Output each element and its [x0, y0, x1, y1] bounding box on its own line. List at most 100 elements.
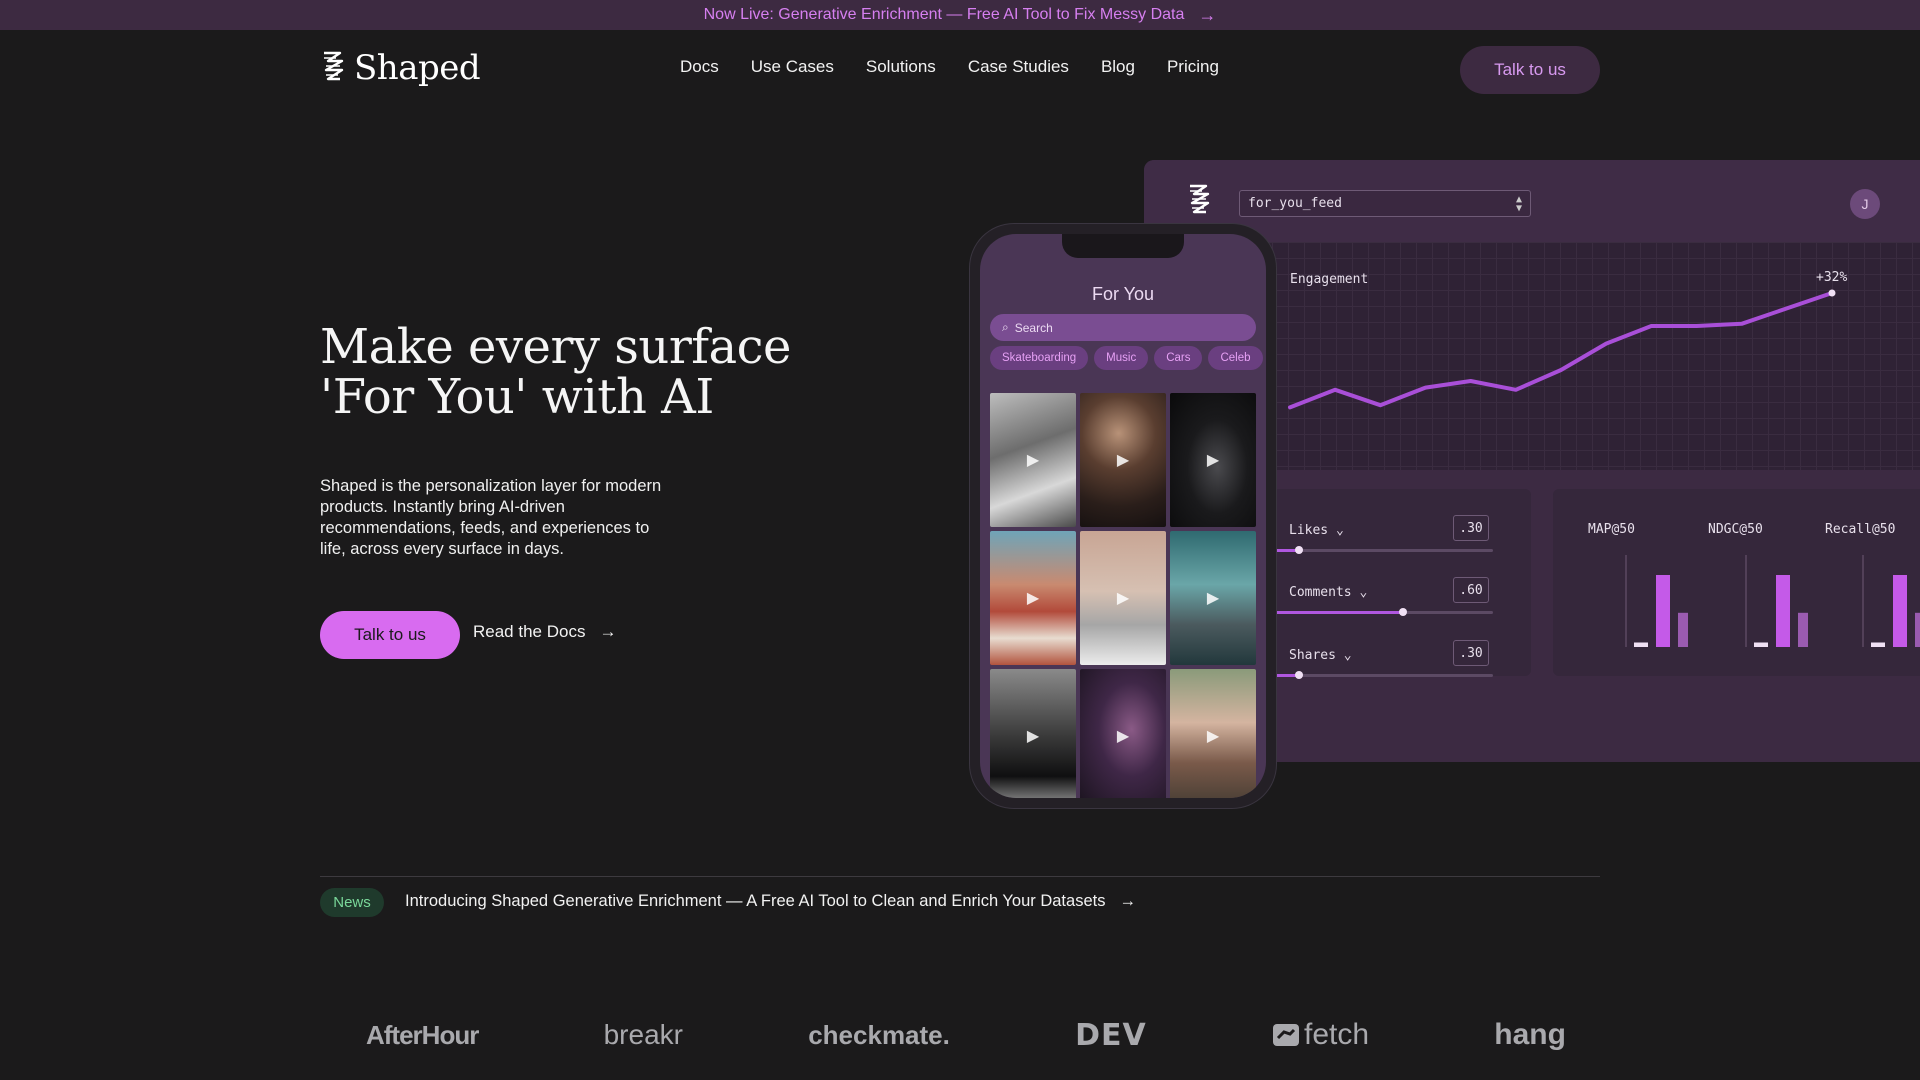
phone-search-input[interactable]: ⌕ Search	[990, 314, 1256, 341]
video-tile[interactable]: ▶	[1080, 669, 1166, 798]
play-icon: ▶	[1026, 452, 1040, 469]
phone-notch	[1062, 234, 1184, 258]
weight-likes-handle[interactable]	[1295, 546, 1303, 554]
section-divider	[320, 876, 1600, 877]
category-chips: Skateboarding Music Cars Celeb	[990, 346, 1263, 370]
weight-shares-slider[interactable]	[1273, 671, 1493, 679]
weight-comments-value[interactable]: .60	[1453, 577, 1489, 603]
talk-to-us-hero-button[interactable]: Talk to us	[320, 611, 460, 659]
logo-checkmate: checkmate.	[808, 1019, 950, 1050]
shaped-logo-icon	[1190, 184, 1210, 214]
metric-recall50-label: Recall@50	[1825, 522, 1896, 537]
metric-bar	[1798, 612, 1808, 647]
video-grid: ▶ ▶ ▶ ▶ ▶ ▶ ▶ ▶ ▶	[990, 393, 1256, 798]
metric-bar	[1893, 575, 1907, 647]
chip-celeb[interactable]: Celeb	[1208, 346, 1263, 370]
play-icon: ▶	[1026, 590, 1040, 607]
brand-name: Shaped	[354, 48, 481, 88]
dashboard-header: for_you_feed ▲ ▼ J	[1144, 160, 1920, 242]
play-icon: ▶	[1206, 452, 1220, 469]
hero-description: Shaped is the personalization layer for …	[320, 477, 662, 558]
weight-comments-label[interactable]: Comments ⌄	[1289, 585, 1367, 600]
talk-to-us-nav-button[interactable]: Talk to us	[1460, 46, 1600, 94]
play-icon: ▶	[1206, 590, 1220, 607]
metric-bar	[1871, 642, 1885, 647]
weight-shares-value[interactable]: .30	[1453, 640, 1489, 666]
video-tile[interactable]: ▶	[990, 669, 1076, 798]
shaped-logo-icon	[324, 51, 344, 81]
news-headline: Introducing Shaped Generative Enrichment…	[405, 892, 1106, 910]
video-tile[interactable]: ▶	[1170, 669, 1256, 798]
read-docs-link[interactable]: Read the Docs →	[473, 622, 616, 642]
play-icon: ▶	[1116, 590, 1130, 607]
metric-bar	[1678, 612, 1688, 647]
logo-breakr: breakr	[603, 1019, 683, 1050]
read-docs-label: Read the Docs	[473, 622, 586, 641]
weight-comments-fill	[1273, 611, 1403, 614]
top-nav: Shaped Docs Use Cases Solutions Case Stu…	[0, 30, 1920, 110]
metric-map50: MAP@50	[1588, 489, 1698, 676]
search-icon: ⌕	[1002, 320, 1009, 334]
nav-link-docs[interactable]: Docs	[680, 57, 719, 77]
feed-select-value: for_you_feed	[1248, 196, 1342, 211]
hero-title: Make every surface 'For You' with AI	[320, 319, 791, 425]
phone-screen: For You ⌕ Search Skateboarding Music Car…	[980, 234, 1266, 798]
news-link[interactable]: Introducing Shaped Generative Enrichment…	[405, 892, 1136, 911]
nav-link-blog[interactable]: Blog	[1101, 57, 1135, 77]
video-tile[interactable]: ▶	[1080, 393, 1166, 527]
logo-afterhour: AfterHour	[366, 1019, 479, 1050]
chip-music[interactable]: Music	[1094, 346, 1149, 370]
signal-weights-panel: Likes ⌄ .30 Comments ⌄ .60 Shares ⌄ .30	[1273, 489, 1531, 679]
weight-likes-label[interactable]: Likes ⌄	[1289, 523, 1344, 538]
arrow-right-icon: →	[599, 622, 617, 641]
avatar[interactable]: J	[1850, 189, 1880, 219]
weight-shares-handle[interactable]	[1295, 671, 1303, 679]
phone-mockup: For You ⌕ Search Skateboarding Music Car…	[970, 224, 1276, 808]
weight-shares-label[interactable]: Shares ⌄	[1289, 648, 1352, 663]
logo-hang: hang	[1494, 1018, 1566, 1051]
fetch-dog-icon	[1273, 1024, 1299, 1046]
news-badge: News	[320, 888, 384, 917]
nav-link-case-studies[interactable]: Case Studies	[968, 57, 1069, 77]
weight-likes-value[interactable]: .30	[1453, 515, 1489, 541]
phone-search-placeholder: Search	[1014, 320, 1053, 335]
banner-text[interactable]: Now Live: Generative Enrichment — Free A…	[704, 6, 1185, 24]
announcement-banner[interactable]: Now Live: Generative Enrichment — Free A…	[0, 0, 1920, 30]
chevron-updown-icon: ▲ ▼	[1515, 194, 1522, 214]
nav-link-solutions[interactable]: Solutions	[866, 57, 936, 77]
metric-ndgc50-chart	[1745, 555, 1808, 647]
chip-cars[interactable]: Cars	[1154, 346, 1203, 370]
brand-logo[interactable]: Shaped	[320, 48, 481, 88]
video-tile[interactable]: ▶	[990, 393, 1076, 527]
play-icon: ▶	[1206, 728, 1220, 745]
metric-bar	[1754, 642, 1768, 647]
video-tile[interactable]: ▶	[1080, 531, 1166, 665]
metric-bar	[1776, 575, 1790, 647]
metric-ndgc50: NDGC@50	[1708, 489, 1818, 676]
video-tile[interactable]: ▶	[1170, 531, 1256, 665]
logo-dev: DEV	[1075, 1017, 1147, 1053]
play-icon: ▶	[1116, 452, 1130, 469]
nav-links: Docs Use Cases Solutions Case Studies Bl…	[680, 57, 1219, 77]
weight-row-comments: Comments ⌄ .60	[1273, 577, 1531, 627]
nav-link-use-cases[interactable]: Use Cases	[751, 57, 834, 77]
video-tile[interactable]: ▶	[1170, 393, 1256, 527]
engagement-end-point	[1828, 289, 1836, 297]
chip-skateboarding[interactable]: Skateboarding	[990, 346, 1089, 370]
feed-select[interactable]: for_you_feed ▲ ▼	[1239, 190, 1531, 217]
metric-bar	[1634, 642, 1648, 647]
metric-ndgc50-label: NDGC@50	[1708, 522, 1763, 537]
metric-recall50-chart	[1862, 555, 1920, 647]
weight-likes-slider[interactable]	[1273, 546, 1493, 554]
play-icon: ▶	[1026, 728, 1040, 745]
weight-comments-handle[interactable]	[1399, 608, 1407, 616]
metric-bar	[1915, 612, 1920, 647]
weight-comments-slider[interactable]	[1273, 608, 1493, 616]
metric-map50-label: MAP@50	[1588, 522, 1635, 537]
phone-feed-title: For You	[1091, 284, 1155, 304]
logo-fetch: fetch	[1272, 1018, 1369, 1052]
metric-bar	[1656, 575, 1670, 647]
play-icon: ▶	[1116, 728, 1130, 745]
video-tile[interactable]: ▶	[990, 531, 1076, 665]
nav-link-pricing[interactable]: Pricing	[1167, 57, 1219, 77]
